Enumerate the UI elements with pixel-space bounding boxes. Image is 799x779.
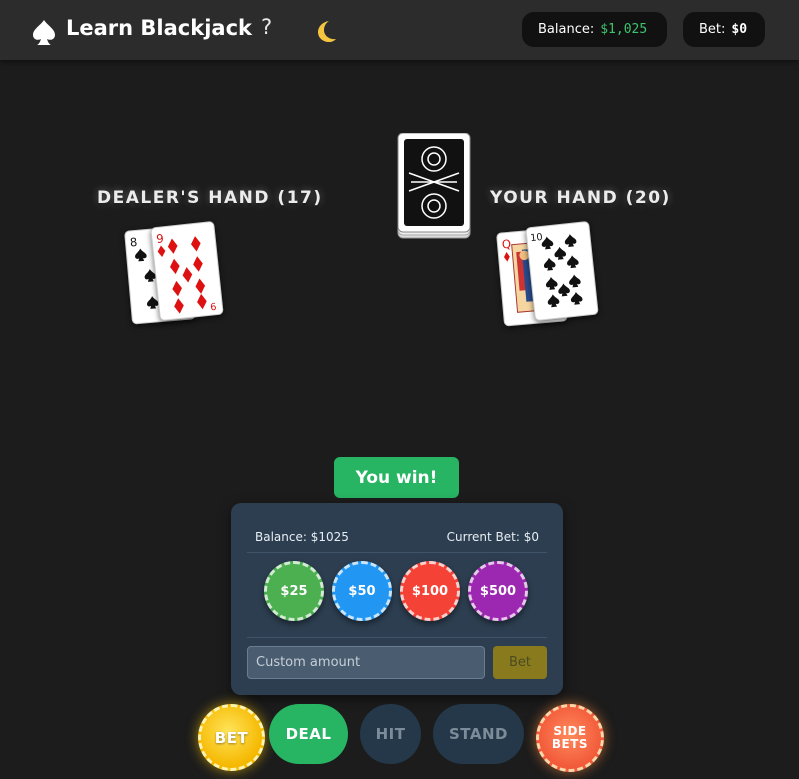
bet-value: $0 [731,22,748,37]
panel-current-bet: Current Bet: $0 [446,530,539,544]
svg-text:10: 10 [530,232,543,244]
player-hand-title: YOUR HAND (20) [490,188,671,208]
moon-icon[interactable] [312,18,338,44]
svg-text:9: 9 [156,231,165,246]
bet-button[interactable]: BET [198,704,265,771]
chip-500[interactable]: $500 [468,561,528,621]
side-bets-label-line2: BETS [551,737,589,751]
chip-100[interactable]: $100 [400,561,460,621]
custom-amount-input[interactable] [247,646,485,679]
bet-display: Bet: $0 [683,12,765,47]
deal-button[interactable]: DEAL [269,704,348,764]
panel-balance: Balance: $1025 [255,530,349,544]
dealer-hand-title: DEALER'S HAND (17) [97,188,323,208]
balance-display: Balance: $1,025 [522,12,667,47]
divider [247,552,547,553]
side-bets-button[interactable]: SIDE BETS [536,704,604,772]
place-bet-button[interactable]: Bet [493,646,547,679]
chip-25[interactable]: $25 [264,561,324,621]
app-title: Learn Blackjack [66,16,252,40]
hit-button[interactable]: HIT [360,704,421,764]
divider [247,637,547,638]
balance-value: $1,025 [600,22,648,37]
bet-label: Bet: [699,22,726,37]
chip-50[interactable]: $50 [332,561,392,621]
spade-icon [33,20,55,45]
app-header: Learn Blackjack ? Balance: $1,025 Bet: $… [0,0,799,60]
svg-text:Q: Q [501,237,511,252]
balance-label: Balance: [538,22,595,37]
playing-card-9-diamonds: 9 6 [150,220,224,322]
svg-text:6: 6 [210,302,217,314]
playing-card-10-spades: 10 [525,220,599,322]
card-deck-icon [397,133,471,239]
svg-text:8: 8 [129,235,138,250]
result-message: You win! [334,457,459,498]
help-icon[interactable]: ? [261,15,272,39]
stand-button[interactable]: STAND [433,704,524,764]
betting-panel: Balance: $1025 Current Bet: $0 $25 $50 $… [231,503,563,695]
